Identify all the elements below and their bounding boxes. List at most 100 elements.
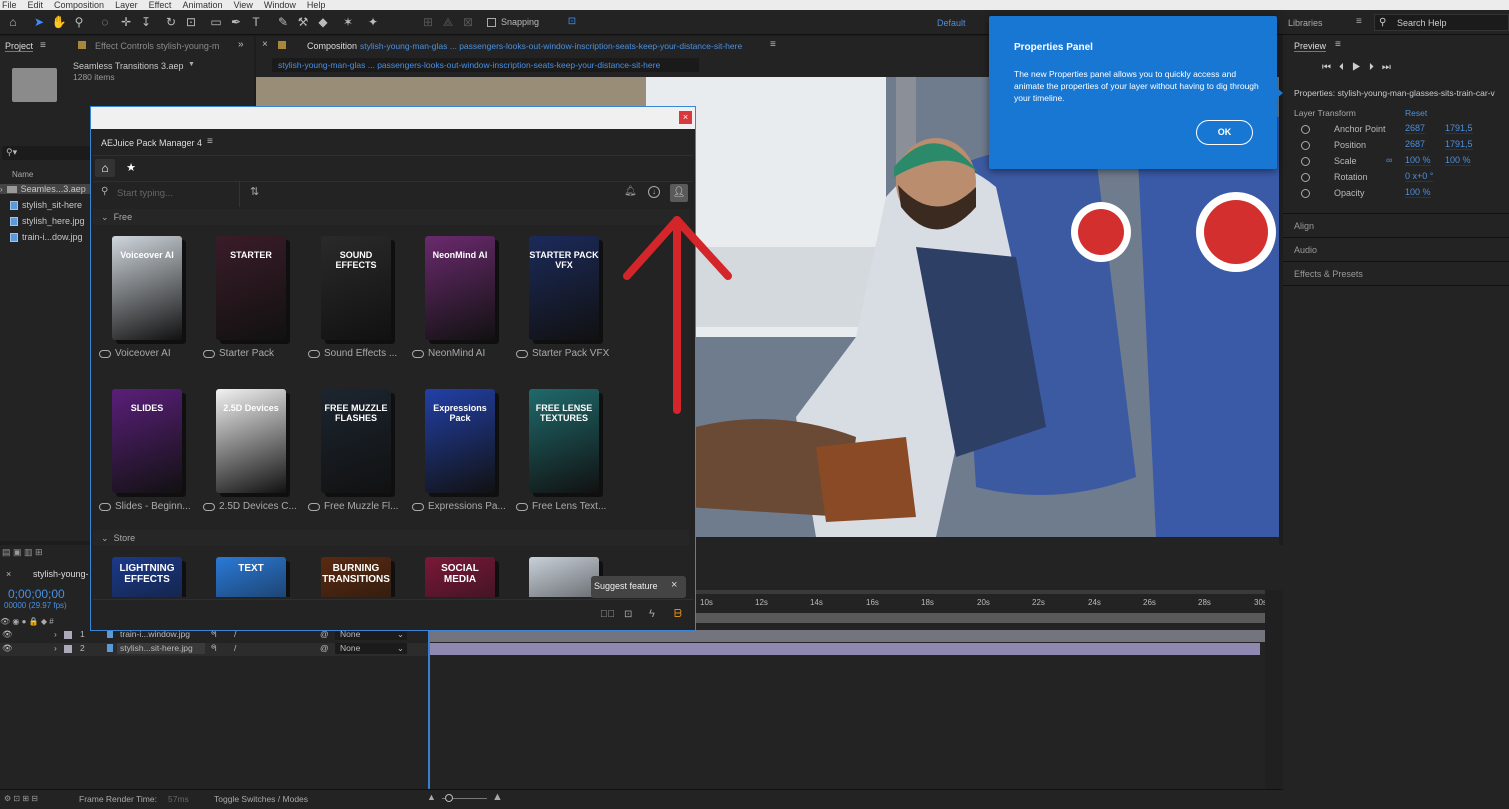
clone-stamp-icon[interactable]: ⚒ [295, 14, 311, 30]
menu-animation[interactable]: Animation [182, 0, 222, 10]
section-effects-presets[interactable]: Effects & Presets [1294, 269, 1363, 279]
menu-effect[interactable]: Effect [149, 0, 172, 10]
zoom-out-icon[interactable]: ▲ [427, 792, 436, 802]
axis-world-icon[interactable]: ⟁ [440, 14, 456, 30]
tab-preview[interactable]: Preview [1294, 41, 1327, 52]
close-icon[interactable]: × [671, 579, 677, 591]
anchor-tool-icon[interactable]: ⊡ [183, 14, 199, 30]
project-search-input[interactable]: ⚲▾ [2, 146, 90, 160]
preview-icon[interactable]: ▶⃞ [600, 609, 615, 620]
cloud-download-icon[interactable] [308, 502, 320, 511]
section-store[interactable]: ⌄ Store [93, 530, 689, 546]
store-pack-box-art[interactable] [529, 557, 599, 597]
cloud-download-icon[interactable] [308, 349, 320, 358]
pack-tile[interactable]: Voiceover AI Voiceover AI [99, 232, 195, 372]
pack-tile[interactable]: NeonMind AI NeonMind AI [412, 232, 508, 372]
layer-track-bar[interactable] [430, 630, 1265, 642]
eraser-tool-icon[interactable]: ◆ [315, 14, 331, 30]
toggle-switches-button[interactable]: Toggle Switches / Modes [214, 794, 308, 804]
window-titlebar[interactable]: × [91, 107, 695, 129]
list-item[interactable]: stylish_sit-here [10, 200, 82, 210]
stopwatch-icon[interactable] [1301, 188, 1310, 198]
label-color[interactable] [64, 645, 72, 653]
menu-help[interactable]: Help [307, 0, 326, 10]
pack-tile[interactable]: FREE LENSE TEXTURES Free Lens Text... [516, 385, 612, 525]
store-pack-box-art[interactable]: TEXT [216, 557, 286, 597]
store-pack-box-art[interactable]: SOCIAL MEDIA [425, 557, 495, 597]
orbit-camera-icon[interactable]: ◌ [97, 14, 113, 30]
composition-name[interactable]: stylish-young-man-glas ... passengers-lo… [360, 41, 742, 51]
layer-track-bar[interactable] [430, 643, 1260, 655]
reset-button[interactable]: Reset [1405, 108, 1427, 118]
anchor-point-y[interactable]: 1791,5 [1445, 123, 1473, 134]
shy-icon[interactable]: ᖗ [211, 643, 217, 654]
close-icon[interactable]: × [262, 39, 268, 50]
brush-tool-icon[interactable]: ✎ [275, 14, 291, 30]
play-icon[interactable]: ▶ [1352, 62, 1369, 73]
star-icon[interactable]: ★ [121, 159, 141, 177]
menu-lines-icon[interactable]: ≡ [40, 40, 46, 51]
composition-tab-label[interactable]: Composition [307, 41, 357, 51]
first-frame-icon[interactable]: ⏮ [1322, 62, 1339, 73]
lightning-icon[interactable]: ϟ [649, 608, 655, 620]
scale-x[interactable]: 100 % [1405, 155, 1431, 166]
layer-name[interactable]: stylish...sit-here.jpg [117, 643, 205, 654]
bell-icon[interactable]: 🔔︎ [624, 186, 637, 197]
tab-project[interactable]: Project [5, 41, 34, 52]
tab-effect-controls[interactable]: Effect Controls stylish-young-m [95, 41, 219, 51]
workspace-default[interactable]: Default [937, 18, 966, 28]
parent-pickwhip-icon[interactable]: @ [320, 643, 329, 653]
close-icon[interactable]: × [6, 569, 11, 579]
account-icon[interactable]: 👤︎ [670, 184, 688, 202]
download-icon[interactable]: ↓ [648, 186, 660, 198]
menu-lines-icon[interactable]: ≡ [1356, 16, 1362, 27]
eye-icon[interactable]: 👁 [2, 643, 13, 654]
pack-tile[interactable]: SOUND EFFECTS Sound Effects ... [308, 232, 404, 372]
cloud-download-icon[interactable] [412, 502, 424, 511]
pan-camera-icon[interactable]: ✛ [118, 14, 134, 30]
label-color[interactable] [64, 631, 72, 639]
last-frame-icon[interactable]: ⏭ [1382, 62, 1399, 73]
libraries-tab[interactable]: Libraries [1288, 18, 1323, 28]
pen-tool-icon[interactable]: ✒ [228, 14, 244, 30]
opacity-value[interactable]: 100 % [1405, 187, 1431, 198]
rectangle-tool-icon[interactable]: ▭ [208, 14, 224, 30]
position-x[interactable]: 2687 [1405, 139, 1426, 150]
puppet-tool-icon[interactable]: ✦ [365, 14, 381, 30]
timecode[interactable]: 0;00;00;00 [8, 587, 65, 601]
menu-layer[interactable]: Layer [115, 0, 138, 10]
stopwatch-icon[interactable] [1301, 124, 1310, 134]
anchor-point-x[interactable]: 2687 [1405, 123, 1426, 134]
pack-search-input[interactable]: Start typing... [117, 188, 173, 199]
pack-tile[interactable]: 2.5D Devices 2.5D Devices C... [203, 385, 299, 525]
position-y[interactable]: 1791,5 [1445, 139, 1473, 150]
ok-button[interactable]: OK [1196, 120, 1253, 145]
zoom-tool-icon[interactable]: ⚲ [71, 14, 87, 30]
pack-tile[interactable]: SLIDES Slides - Beginn... [99, 385, 195, 525]
search-help-input[interactable]: Search Help [1397, 18, 1447, 28]
pack-tile[interactable]: STARTER PACK VFX Starter Pack VFX [516, 232, 612, 372]
next-frame-icon[interactable]: ⏵ [1369, 62, 1382, 73]
axis-view-icon[interactable]: ⊠ [460, 14, 476, 30]
suggest-feature-toast[interactable]: Suggest feature × [591, 576, 686, 598]
cloud-download-icon[interactable] [516, 349, 528, 358]
expand-chevron-icon[interactable]: › [54, 629, 57, 639]
cloud-download-icon[interactable] [99, 349, 111, 358]
sort-icon[interactable]: ⇅ [250, 185, 259, 198]
search-help-box[interactable]: ⚲ Search Help [1374, 14, 1509, 31]
rotation-value[interactable]: 0 x+0 ° [1405, 171, 1434, 182]
aejuice-logo-icon[interactable]: ᗷ [674, 608, 682, 621]
dolly-camera-icon[interactable]: ↧ [138, 14, 154, 30]
expand-chevron-icon[interactable]: › [54, 643, 57, 653]
cloud-download-icon[interactable] [99, 502, 111, 511]
cloud-download-icon[interactable] [203, 349, 215, 358]
menu-file[interactable]: File [2, 0, 17, 10]
section-free[interactable]: ⌄ Free [93, 209, 689, 225]
menu-lines-icon[interactable]: ≡ [770, 39, 776, 50]
panel-overflow-icon[interactable]: » [238, 39, 244, 50]
column-name[interactable]: Name [12, 170, 33, 179]
current-time-indicator[interactable] [428, 630, 430, 790]
cloud-download-icon[interactable] [203, 502, 215, 511]
eye-icon[interactable]: 👁 [2, 629, 13, 640]
menu-view[interactable]: View [233, 0, 252, 10]
